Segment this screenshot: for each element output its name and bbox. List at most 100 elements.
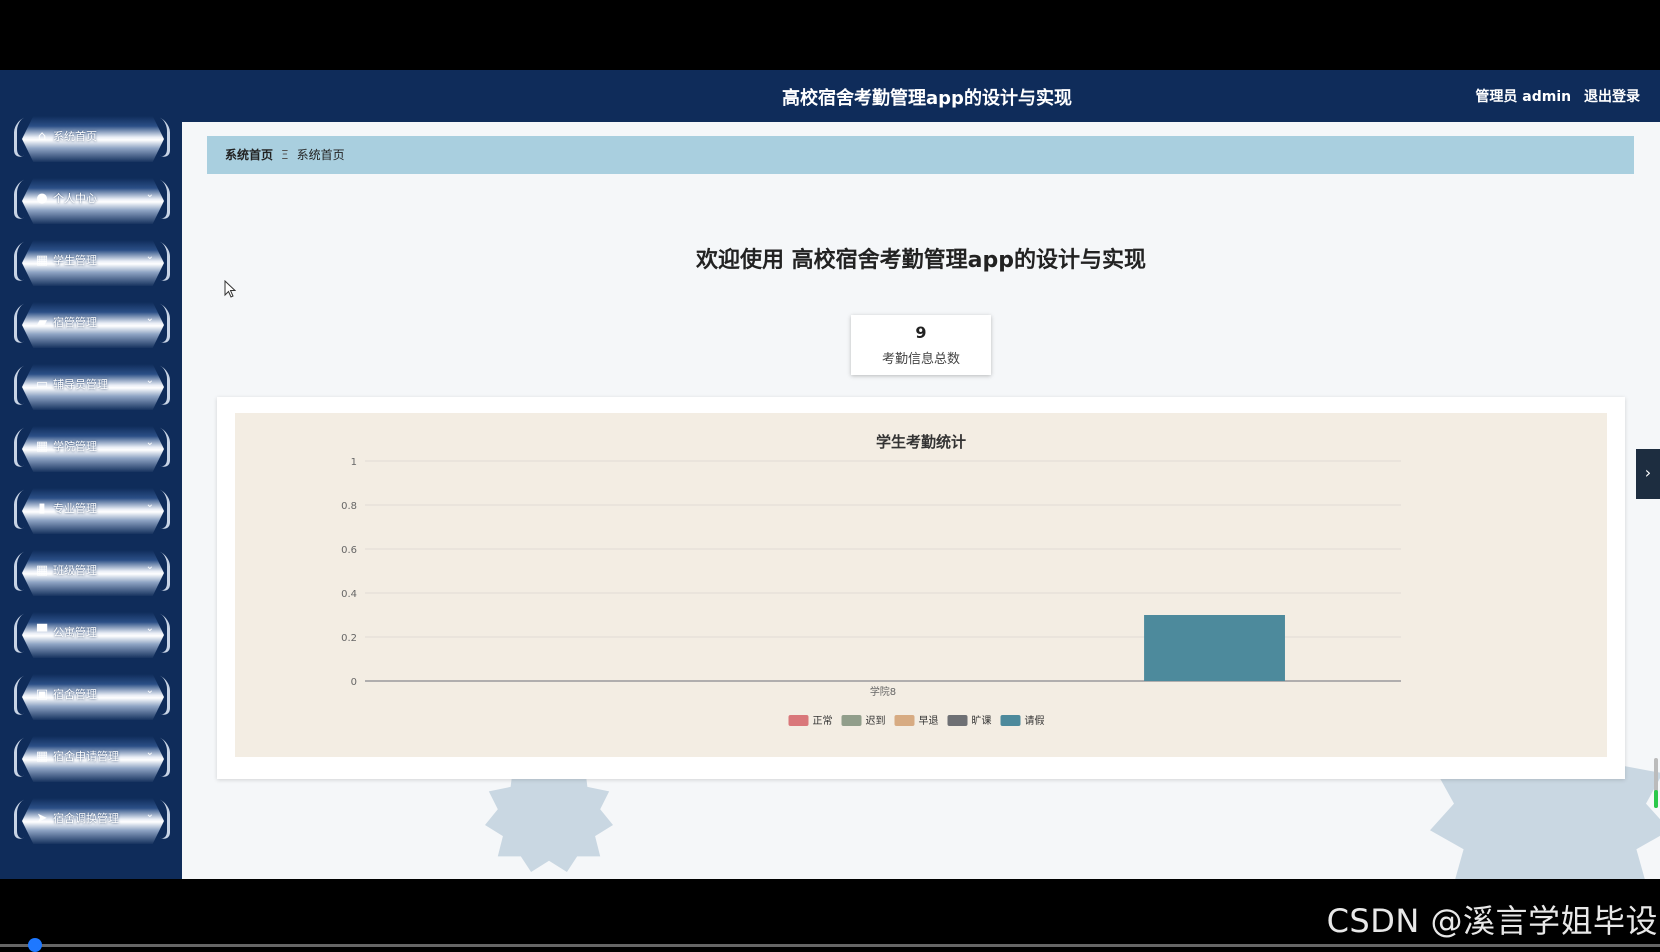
mouse-cursor-icon bbox=[224, 280, 236, 298]
chart-panel: 学生考勤统计 0 0.2 0.4 0.6 0.8 1 学院8 正常 迟到 早退 旷课 请假 bbox=[235, 413, 1607, 757]
sidebar-item[interactable]: ▣ 宿舍管理 ⌄ bbox=[14, 672, 170, 722]
sidebar-item-label: 学院管理 bbox=[53, 440, 97, 453]
watermark: CSDN @溪言学姐毕设 bbox=[1326, 902, 1658, 940]
x-tick-label: 学院8 bbox=[870, 685, 896, 698]
chevron-down-icon: ⌄ bbox=[145, 623, 154, 634]
legend-label: 正常 bbox=[813, 714, 833, 727]
bar-请假 bbox=[1144, 615, 1285, 681]
chevron-down-icon: ⌄ bbox=[145, 437, 154, 448]
sidebar-item-bracket-right bbox=[160, 799, 170, 843]
sidebar-item-bracket-right bbox=[160, 551, 170, 595]
sidebar: ⌂ 系统首页 ● 个人中心 ⌄ ▦ 学生管理 ⌄ ▰ 宿管管理 ⌄ ▭ 辅导员管理 ⌄ ▦ 学院管理 ⌄ ▮ 专业管… bbox=[0, 70, 182, 879]
sidebar-item[interactable]: ● 个人中心 ⌄ bbox=[14, 176, 170, 226]
top-header: 高校宿舍考勤管理app的设计与实现 管理员 admin 退出登录 bbox=[182, 70, 1660, 122]
chevron-down-icon: ⌄ bbox=[145, 685, 154, 696]
legend-label: 旷课 bbox=[972, 715, 992, 727]
app-title: 高校宿舍考勤管理app的设计与实现 bbox=[782, 88, 1072, 109]
chart-card: 学生考勤统计 0 0.2 0.4 0.6 0.8 1 学院8 正常 迟到 早退 旷课 请假 bbox=[217, 397, 1625, 779]
legend-label: 迟到 bbox=[866, 714, 886, 727]
sidebar-item[interactable]: ▰ 宿管管理 ⌄ bbox=[14, 300, 170, 350]
page-scroll-indicator[interactable] bbox=[1654, 758, 1658, 808]
right-panel-toggle-button[interactable]: › bbox=[1636, 449, 1660, 499]
sidebar-item[interactable]: ▦ 班级管理 ⌄ bbox=[14, 548, 170, 598]
current-user-label: 管理员 admin bbox=[1475, 89, 1572, 105]
sidebar-item-label: 公寓管理 bbox=[53, 626, 97, 639]
breadcrumb-current: 系统首页 bbox=[296, 148, 345, 162]
sidebar-item[interactable]: ▦ 宿舍申请管理 ⌄ bbox=[14, 734, 170, 784]
legend-swatch bbox=[894, 715, 915, 726]
attendance-bar-chart: 0 0.2 0.4 0.6 0.8 1 学院8 正常 迟到 早退 旷课 请假 bbox=[341, 457, 1401, 727]
sidebar-item-label: 宿管管理 bbox=[53, 316, 97, 329]
sidebar-item-label: 辅导员管理 bbox=[53, 378, 108, 391]
sidebar-item-bracket-right bbox=[160, 675, 170, 719]
chevron-down-icon: ⌄ bbox=[145, 561, 154, 572]
sidebar-item-label: 个人中心 bbox=[53, 192, 97, 205]
sidebar-item-label: 专业管理 bbox=[53, 502, 97, 515]
sidebar-item-bracket-right bbox=[160, 241, 170, 285]
app-window: 高校宿舍考勤管理app的设计与实现 管理员 admin 退出登录 ⌂ 系统首页 ● 个… bbox=[0, 70, 1660, 879]
legend-swatch bbox=[947, 715, 968, 726]
chevron-down-icon: ⌄ bbox=[145, 313, 154, 324]
legend-label: 早退 bbox=[919, 715, 939, 727]
y-tick-label: 1 bbox=[351, 457, 357, 468]
y-tick-label: 0.2 bbox=[341, 633, 357, 644]
sidebar-item[interactable]: ▦ 学院管理 ⌄ bbox=[14, 424, 170, 474]
breadcrumb-separator: Ξ bbox=[281, 148, 289, 162]
desk-icon: ▀ bbox=[37, 625, 47, 640]
sidebar-item-bracket-right bbox=[160, 179, 170, 223]
sidebar-item-label: 宿舍申请管理 bbox=[53, 750, 119, 763]
chevron-down-icon: ⌄ bbox=[145, 747, 154, 758]
attendance-total-value: 9 bbox=[915, 323, 927, 342]
y-tick-label: 0.4 bbox=[341, 589, 357, 600]
sidebar-item[interactable]: ⌂ 系统首页 bbox=[14, 114, 170, 164]
briefcase-icon: ▰ bbox=[37, 315, 47, 330]
sidebar-item[interactable]: ▀ 公寓管理 ⌄ bbox=[14, 610, 170, 660]
sidebar-item-bracket-right bbox=[160, 365, 170, 409]
sidebar-item-label: 学生管理 bbox=[53, 254, 97, 267]
grid-icon: ▦ bbox=[35, 253, 49, 268]
sidebar-item-bracket-right bbox=[160, 303, 170, 347]
logout-link[interactable]: 退出登录 bbox=[1584, 89, 1640, 105]
home-icon: ⌂ bbox=[37, 129, 47, 144]
sidebar-item[interactable]: ▮ 专业管理 ⌄ bbox=[14, 486, 170, 536]
sidebar-item-bracket-right bbox=[160, 117, 170, 161]
sidebar-item-label: 班级管理 bbox=[53, 564, 97, 577]
legend-swatch bbox=[841, 715, 862, 726]
attendance-total-label: 考勤信息总数 bbox=[881, 352, 960, 367]
send-icon: ➤ bbox=[36, 811, 48, 826]
welcome-heading: 欢迎使用 高校宿舍考勤管理app的设计与实现 bbox=[695, 248, 1146, 273]
chevron-down-icon: ⌄ bbox=[145, 499, 154, 510]
legend-swatch bbox=[1000, 715, 1021, 726]
sidebar-item-bracket-right bbox=[160, 737, 170, 781]
sidebar-item[interactable]: ➤ 宿舍调换管理 ⌄ bbox=[14, 796, 170, 846]
sidebar-item-bracket-right bbox=[160, 613, 170, 657]
header-user-area: 管理员 admin 退出登录 bbox=[1467, 86, 1640, 106]
breadcrumb: 系统首页 Ξ 系统首页 bbox=[207, 136, 1634, 174]
breadcrumb-home-link[interactable]: 系统首页 bbox=[225, 148, 273, 162]
bar-chart-icon: ▮ bbox=[38, 501, 46, 516]
chevron-down-icon: ⌄ bbox=[145, 809, 154, 820]
legend-swatch bbox=[788, 715, 809, 726]
sidebar-item-bracket-right bbox=[160, 427, 170, 471]
y-tick-label: 0 bbox=[351, 677, 357, 688]
user-icon: ● bbox=[36, 191, 48, 206]
chevron-down-icon: ⌄ bbox=[145, 189, 154, 200]
sidebar-item-label: 宿舍调换管理 bbox=[53, 812, 119, 825]
chevron-down-icon: ⌄ bbox=[145, 375, 154, 386]
grid-icon: ▦ bbox=[35, 439, 49, 454]
sidebar-item[interactable]: ▦ 学生管理 ⌄ bbox=[14, 238, 170, 288]
sidebar-item-label: 系统首页 bbox=[53, 130, 97, 143]
grid-icon: ▦ bbox=[35, 563, 49, 578]
monitor-icon: ▭ bbox=[35, 377, 49, 392]
attendance-total-card: 9 考勤信息总数 bbox=[851, 315, 991, 375]
y-tick-label: 0.6 bbox=[341, 545, 357, 556]
grid-icon: ▦ bbox=[35, 749, 49, 764]
sidebar-item-bracket-right bbox=[160, 489, 170, 533]
sidebar-item-label: 宿舍管理 bbox=[53, 688, 97, 701]
chevron-down-icon: ⌄ bbox=[145, 251, 154, 262]
video-progress-track[interactable] bbox=[0, 944, 1660, 947]
screen-top-letterbox bbox=[0, 0, 1660, 70]
clipboard-icon: ▣ bbox=[35, 687, 49, 702]
sidebar-item[interactable]: ▭ 辅导员管理 ⌄ bbox=[14, 362, 170, 412]
y-tick-label: 0.8 bbox=[341, 501, 357, 512]
